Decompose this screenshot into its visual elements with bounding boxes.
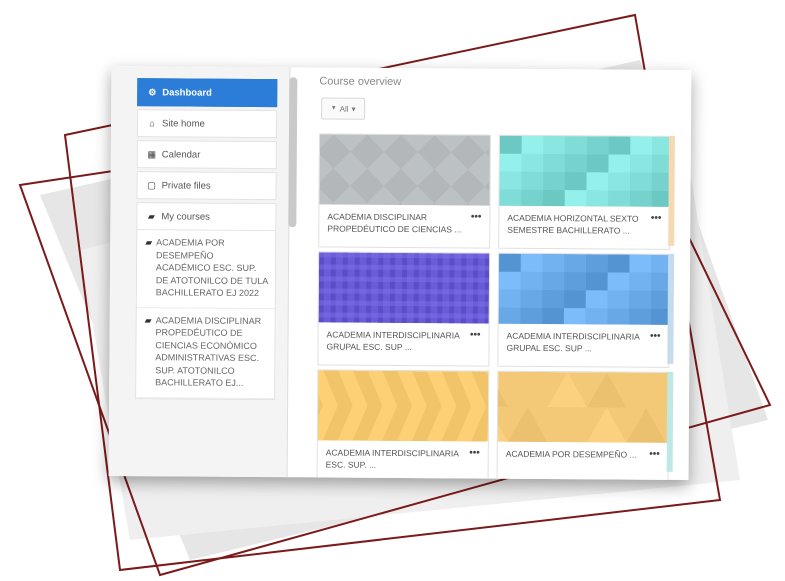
next-column-peek: [666, 135, 675, 476]
filter-dropdown-button[interactable]: ▼ All ▾: [321, 97, 366, 120]
sidebar-item-private-files[interactable]: ▢ Private files: [136, 171, 277, 201]
home-icon: ⌂: [149, 118, 155, 129]
sidebar-item-label: My courses: [161, 210, 211, 223]
sidebar-item-my-courses[interactable]: ▰ My courses: [136, 202, 277, 232]
more-options-icon[interactable]: •••: [650, 331, 661, 342]
course-overview-title: Course overview: [319, 75, 402, 89]
file-icon: ▢: [147, 179, 156, 190]
filter-label: All: [339, 104, 349, 114]
course-name[interactable]: ACADEMIA HORIZONTAL SEXTO SEMESTRE BACHI…: [507, 212, 643, 239]
sidebar-item-label: Private files: [161, 179, 211, 192]
sidebar-item-label: Calendar: [161, 148, 201, 161]
sidebar-course-item[interactable]: ▰ ACADEMIA DISCIPLINAR PROPEDÉUTICO DE CI…: [136, 307, 275, 399]
sidebar-nav: ⚙ Dashboard ⌂ Site home ▦ Calendar ▢ Private fi…: [135, 78, 278, 400]
graduation-cap-icon: ▰: [144, 314, 152, 325]
course-image[interactable]: [498, 253, 674, 330]
course-image[interactable]: [318, 252, 491, 328]
sidebar-item-calendar[interactable]: ▦ Calendar: [136, 140, 277, 170]
sidebar-item-site-home[interactable]: ⌂ Site home: [136, 109, 278, 139]
main-content: Course overview ▼ All ▾ ACADEMIA DISCIPL…: [299, 67, 692, 481]
course-image[interactable]: [299, 117, 536, 255]
course-image[interactable]: [499, 135, 674, 212]
sidebar-course-item[interactable]: ▰ ACADEMIA POR DESEMPEÑO ACADÉMICO ESC. S…: [136, 230, 276, 309]
graduation-cap-icon: ▰: [147, 210, 155, 221]
course-name[interactable]: ACADEMIA INTERDISCIPLINARIA ESC. SUP. ..…: [326, 446, 462, 473]
course-name[interactable]: ACADEMIA POR DESEMPEÑO ...: [506, 448, 642, 475]
sidebar-item-label: Dashboard: [162, 86, 212, 99]
more-options-icon[interactable]: •••: [649, 449, 660, 460]
more-options-icon[interactable]: •••: [651, 213, 662, 224]
sidebar: ⚙ Dashboard ⌂ Site home ▦ Calendar ▢ Private fi…: [108, 65, 291, 478]
course-name[interactable]: ACADEMIA DISCIPLINAR PROPEDÉUTICO DE CIE…: [327, 210, 463, 237]
more-options-icon[interactable]: •••: [471, 211, 482, 222]
chevron-down-icon: ▾: [351, 104, 356, 114]
more-options-icon[interactable]: •••: [469, 447, 480, 458]
course-name[interactable]: ACADEMIA INTERDISCIPLINARIA GRUPAL ESC. …: [506, 330, 642, 357]
my-courses-list: ▰ ACADEMIA POR DESEMPEÑO ACADÉMICO ESC. S…: [135, 230, 277, 400]
sidebar-item-label: Site home: [162, 117, 205, 130]
course-card[interactable]: ACADEMIA HORIZONTAL SEXTO SEMESTRE BACHI…: [498, 134, 674, 250]
course-card[interactable]: ACADEMIA INTERDISCIPLINARIA GRUPAL ESC. …: [497, 252, 674, 368]
screenshot-card: ⚙ Dashboard ⌂ Site home ▦ Calendar ▢ Private fi…: [108, 65, 692, 481]
sidebar-scrollbar[interactable]: [288, 77, 298, 228]
sidebar-course-label: ACADEMIA DISCIPLINAR PROPEDÉUTICO DE CIE…: [155, 314, 262, 388]
course-card[interactable]: ACADEMIA INTERDISCIPLINARIA ESC. SUP. ..…: [307, 369, 516, 481]
filter-icon: ▼: [330, 105, 337, 112]
sidebar-item-dashboard[interactable]: ⚙ Dashboard: [137, 78, 278, 108]
course-card[interactable]: ACADEMIA DISCIPLINAR PROPEDÉUTICO DE CIE…: [299, 117, 536, 255]
course-image[interactable]: [307, 370, 516, 446]
course-name[interactable]: ACADEMIA INTERDISCIPLINARIA GRUPAL ESC. …: [326, 328, 462, 355]
course-card[interactable]: ACADEMIA POR DESEMPEÑO ... •••: [468, 370, 692, 481]
calendar-icon: ▦: [147, 148, 157, 159]
course-image[interactable]: [468, 371, 692, 448]
graduation-cap-icon: ▰: [145, 237, 153, 248]
more-options-icon[interactable]: •••: [470, 329, 481, 340]
dashboard-icon: ⚙: [148, 86, 157, 97]
course-card[interactable]: ACADEMIA INTERDISCIPLINARIA GRUPAL ESC. …: [317, 251, 491, 367]
sidebar-course-label: ACADEMIA POR DESEMPEÑO ACADÉMICO ESC. SU…: [155, 237, 268, 299]
